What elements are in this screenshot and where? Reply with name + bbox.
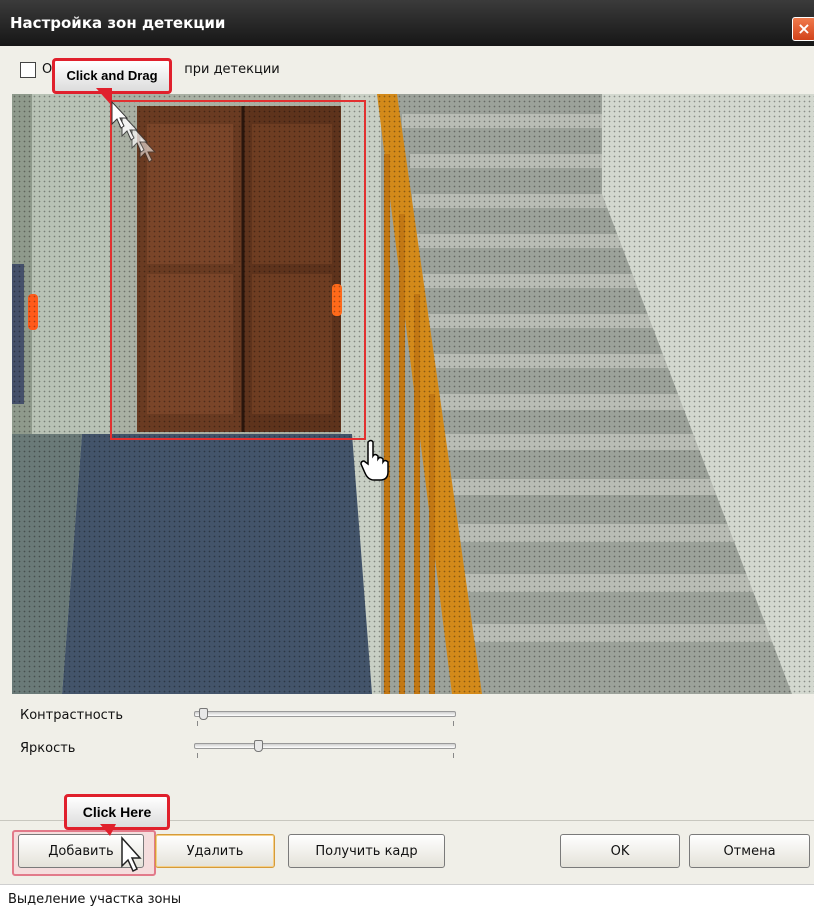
drag-callout-text: Click and Drag [66, 68, 158, 83]
detection-checkbox[interactable] [20, 62, 36, 78]
click-callout-text: Click Here [82, 804, 152, 820]
close-icon: × [797, 19, 811, 38]
status-bar: Выделение участка зоны [0, 884, 814, 913]
brightness-slider-track[interactable] [194, 743, 456, 749]
arrow-cursor-icon [111, 100, 157, 163]
cancel-button[interactable]: Отмена [689, 834, 810, 868]
contrast-tick-min [197, 721, 198, 726]
brightness-tick-max [453, 753, 454, 758]
brightness-label: Яркость [20, 741, 76, 756]
title-bar: Настройка зон детекции × [0, 0, 814, 46]
contrast-tick-max [453, 721, 454, 726]
get-frame-button[interactable]: Получить кадр [288, 834, 445, 868]
brightness-slider-thumb[interactable] [254, 740, 264, 752]
add-arrow-cursor-icon [121, 836, 142, 873]
contrast-label: Контрастность [20, 708, 124, 723]
hand-cursor-icon [360, 439, 389, 481]
contrast-slider-thumb[interactable] [199, 708, 209, 720]
delete-button[interactable]: Удалить [155, 834, 275, 868]
detection-zones-dialog: Настройка зон детекции × Опри детекции К… [0, 0, 814, 913]
status-text: Выделение участка зоны [8, 892, 182, 907]
contrast-slider-track[interactable] [194, 711, 456, 717]
ok-button[interactable]: OK [560, 834, 680, 868]
close-button[interactable]: × [792, 17, 814, 41]
brightness-tick-min [197, 753, 198, 758]
window-title: Настройка зон детекции [10, 14, 226, 32]
